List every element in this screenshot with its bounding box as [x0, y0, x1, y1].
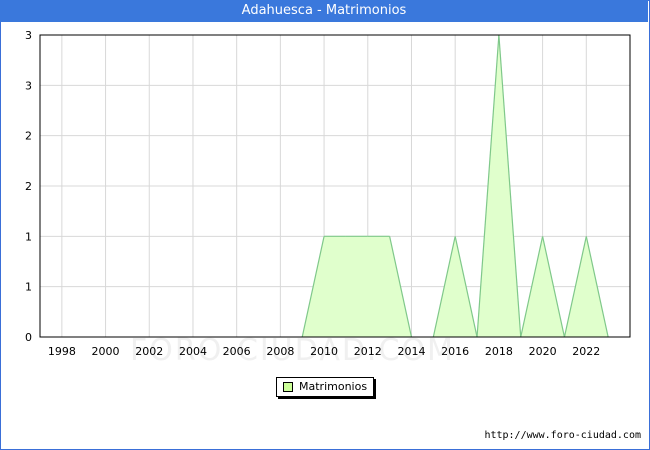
x-tick-label: 2006 — [223, 345, 251, 358]
y-tick-label: 1 — [25, 230, 32, 243]
x-tick-label: 2004 — [179, 345, 207, 358]
x-tick-label: 2014 — [397, 345, 425, 358]
x-tick-label: 2012 — [354, 345, 382, 358]
y-tick-label: 3 — [25, 79, 32, 92]
x-tick-label: 2022 — [572, 345, 600, 358]
source-url[interactable]: http://www.foro-ciudad.com — [484, 430, 641, 441]
legend-label: Matrimonios — [299, 380, 368, 393]
x-tick-label: 2018 — [485, 345, 513, 358]
legend-swatch — [283, 382, 293, 392]
y-tick-label: 3 — [25, 29, 32, 42]
x-tick-label: 2016 — [441, 345, 469, 358]
x-tick-label: 2010 — [310, 345, 338, 358]
x-tick-label: 1998 — [48, 345, 76, 358]
x-tick-label: 2020 — [529, 345, 557, 358]
y-tick-label: 0 — [25, 331, 32, 344]
y-tick-label: 2 — [25, 180, 32, 193]
x-tick-label: 2008 — [266, 345, 294, 358]
x-tick-label: 2000 — [92, 345, 120, 358]
x-tick-label: 2002 — [135, 345, 163, 358]
legend[interactable]: Matrimonios — [276, 377, 375, 397]
y-tick-label: 1 — [25, 281, 32, 294]
y-tick-label: 2 — [25, 130, 32, 143]
